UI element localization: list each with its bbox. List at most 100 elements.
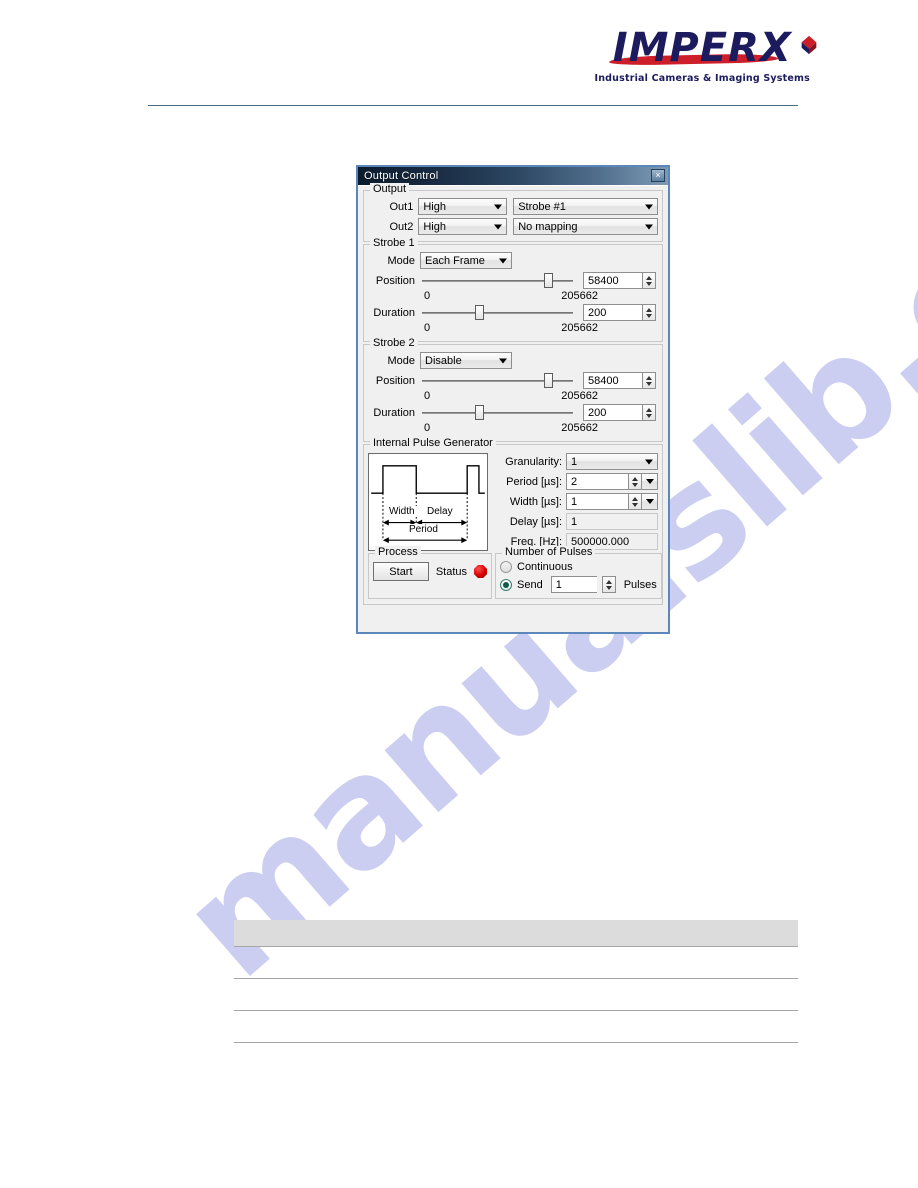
slider-thumb[interactable] — [475, 305, 484, 320]
out1-polarity-value: High — [423, 200, 446, 213]
strobe1-duration-max: 205662 — [561, 322, 598, 334]
slider-thumb[interactable] — [475, 405, 484, 420]
strobe2-duration-row: Duration 200 — [368, 404, 658, 421]
chevron-down-icon — [645, 459, 653, 464]
width-field[interactable]: 1 — [566, 493, 628, 510]
diagram-width-label: Width — [387, 506, 417, 517]
period-dropdown[interactable] — [641, 473, 658, 490]
width-label: Width [µs]: — [509, 495, 562, 508]
period-label: Period [µs]: — [506, 475, 562, 488]
table-cell — [420, 946, 607, 979]
strobe1-mode-value: Each Frame — [425, 254, 485, 267]
strobe1-position-row: Position 58400 — [368, 272, 658, 289]
spinner-down-icon — [646, 281, 652, 286]
number-of-pulses-group: Number of Pulses Continuous Send 1 Pulse… — [495, 546, 662, 599]
out1-row: Out1 High Strobe #1 — [368, 198, 658, 215]
process-group: Process Start Status — [368, 546, 492, 599]
delay-row: Delay [µs]: 1 — [494, 513, 658, 530]
spinner-down-icon — [646, 413, 652, 418]
strobe1-duration-slider[interactable] — [420, 304, 575, 321]
pulse-waveform-svg — [371, 465, 485, 544]
width-spinner[interactable] — [628, 493, 642, 510]
out2-polarity-combo[interactable]: High — [418, 218, 508, 235]
send-count-spinner[interactable] — [601, 576, 616, 593]
table-cell — [606, 946, 798, 979]
output-group-title: Output — [370, 183, 410, 195]
strobe2-position-field[interactable]: 58400 — [583, 372, 643, 389]
spinner-up-icon — [646, 407, 652, 412]
spinner-up-icon — [646, 307, 652, 312]
strobe1-duration-value: 200 — [588, 306, 607, 319]
spinner-down-icon — [646, 313, 652, 318]
strobe2-duration-min: 0 — [424, 422, 431, 434]
send-count-value: 1 — [555, 578, 562, 591]
send-row[interactable]: Send 1 Pulses — [500, 576, 657, 593]
granularity-combo[interactable]: 1 — [566, 453, 658, 470]
out1-mapping-combo[interactable]: Strobe #1 — [513, 198, 658, 215]
pulse-generator-group: Internal Pulse Generator Width Delay Per… — [363, 437, 663, 605]
delay-value: 1 — [571, 515, 578, 528]
slider-thumb[interactable] — [544, 373, 553, 388]
send-count-field[interactable]: 1 — [550, 576, 597, 593]
table-cell — [606, 978, 798, 1011]
out1-label: Out1 — [389, 200, 414, 213]
strobe1-position-slider[interactable] — [420, 272, 575, 289]
pulse-generator-title: Internal Pulse Generator — [370, 437, 496, 449]
granularity-label: Granularity: — [505, 455, 562, 468]
strobe2-mode-row: Mode Disable — [368, 352, 658, 369]
start-button[interactable]: Start — [373, 562, 429, 581]
strobe2-position-spinner[interactable] — [642, 372, 656, 389]
diagram-delay-label: Delay — [425, 506, 455, 517]
strobe2-position-min: 0 — [424, 390, 431, 402]
strobe2-duration-spinner[interactable] — [642, 404, 656, 421]
strobe1-duration-label: Duration — [373, 306, 415, 319]
continuous-row[interactable]: Continuous — [500, 561, 657, 573]
send-radio[interactable] — [500, 578, 512, 591]
strobe1-position-field[interactable]: 58400 — [583, 272, 643, 289]
strobe1-duration-spinner[interactable] — [642, 304, 656, 321]
strobe1-position-spinner[interactable] — [642, 272, 656, 289]
table-header-cell — [606, 920, 798, 947]
out1-polarity-combo[interactable]: High — [418, 198, 508, 215]
period-field[interactable]: 2 — [566, 473, 628, 490]
strobe1-duration-field[interactable]: 200 — [583, 304, 643, 321]
spinner-up-icon — [632, 476, 638, 481]
width-dropdown[interactable] — [641, 493, 658, 510]
spinner-up-icon — [632, 496, 638, 501]
table-cell — [234, 978, 421, 1011]
strobe1-mode-combo[interactable]: Each Frame — [420, 252, 512, 269]
close-icon[interactable]: × — [651, 169, 665, 182]
table-header-row — [234, 920, 798, 947]
spinner-up-icon — [646, 375, 652, 380]
spinner-up-icon — [605, 579, 612, 584]
chevron-down-icon — [499, 358, 507, 363]
out2-mapping-value: No mapping — [518, 220, 578, 233]
strobe2-group-title: Strobe 2 — [370, 337, 418, 349]
logo-wordmark-text: IMPERX — [608, 25, 817, 71]
period-spinner[interactable] — [628, 473, 642, 490]
width-value: 1 — [571, 495, 578, 508]
logo-diamond-icon — [801, 35, 817, 55]
logo-wordmark-label: IMPERX — [612, 25, 792, 71]
period-value: 2 — [571, 475, 578, 488]
slider-thumb[interactable] — [544, 273, 553, 288]
strobe2-duration-field[interactable]: 200 — [583, 404, 643, 421]
strobe2-position-slider[interactable] — [420, 372, 575, 389]
width-row: Width [µs]: 1 — [494, 493, 658, 510]
strobe2-duration-scale: 0 205662 — [420, 422, 600, 434]
table-cell — [420, 978, 607, 1011]
out2-label: Out2 — [389, 220, 414, 233]
strobe2-duration-label: Duration — [373, 406, 415, 419]
slider-track — [422, 412, 573, 414]
strobe2-duration-slider[interactable] — [420, 404, 575, 421]
table-row — [234, 946, 798, 979]
out2-mapping-combo[interactable]: No mapping — [513, 218, 658, 235]
table-cell — [606, 1010, 798, 1043]
out2-row: Out2 High No mapping — [368, 218, 658, 235]
continuous-radio[interactable] — [500, 561, 512, 573]
chevron-down-icon — [645, 499, 654, 504]
strobe1-duration-row: Duration 200 — [368, 304, 658, 321]
strobe2-mode-combo[interactable]: Disable — [420, 352, 512, 369]
delay-label: Delay [µs]: — [509, 515, 562, 528]
dialog-body: Output Out1 High Strobe #1 Out2 High No … — [358, 183, 668, 632]
